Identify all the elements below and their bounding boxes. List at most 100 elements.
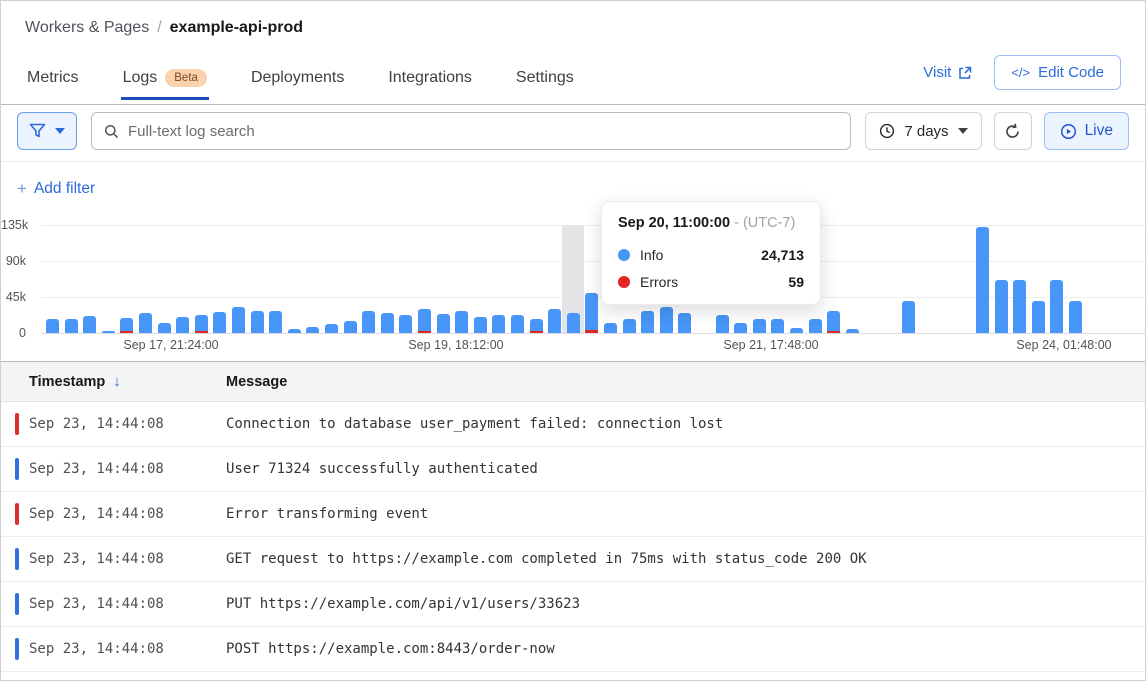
tooltip-info-value: 24,713 <box>761 247 804 263</box>
error-level-marker <box>15 413 19 435</box>
add-filter-button[interactable]: + Add filter <box>17 179 95 199</box>
search-icon <box>104 124 119 139</box>
tab-logs[interactable]: Logs Beta <box>121 63 209 100</box>
column-header-timestamp[interactable]: Timestamp ↓ <box>1 373 226 390</box>
chart-bar[interactable] <box>492 315 505 333</box>
log-row[interactable]: Sep 23, 14:44:08GET request to https://e… <box>1 537 1145 582</box>
filter-menu-button[interactable] <box>17 112 77 150</box>
chart-bar[interactable] <box>846 329 859 333</box>
x-axis-tick: Sep 24, 01:48:00 <box>1016 338 1111 352</box>
chart-bar[interactable] <box>809 319 822 333</box>
chart-bar[interactable] <box>474 317 487 333</box>
chart-bar[interactable] <box>65 319 78 333</box>
chart-bar[interactable] <box>120 318 133 333</box>
external-link-icon <box>958 66 972 80</box>
tooltip-time: Sep 20, 11:00:00 <box>618 215 730 231</box>
search-input[interactable] <box>128 123 838 140</box>
chart-bar[interactable] <box>976 227 989 333</box>
chart-bar[interactable] <box>995 280 1008 333</box>
chart-bar[interactable] <box>567 313 580 333</box>
chart-bar[interactable] <box>1050 280 1063 333</box>
tooltip-timezone: (UTC-7) <box>743 215 795 231</box>
chart-bar[interactable] <box>158 323 171 333</box>
chart-bar[interactable] <box>511 315 524 333</box>
chart-bar[interactable] <box>1032 301 1045 333</box>
chart-bar[interactable] <box>548 309 561 333</box>
chart-bar[interactable] <box>530 319 543 333</box>
log-row[interactable]: Sep 23, 14:44:08Error transforming event <box>1 492 1145 537</box>
chart-bar[interactable] <box>102 331 115 333</box>
chart-bar[interactable] <box>399 315 412 333</box>
tooltip-row-info: Info 24,713 <box>618 247 804 263</box>
chart-bar[interactable] <box>139 313 152 333</box>
info-level-marker <box>15 458 19 480</box>
chart-bar[interactable] <box>344 321 357 333</box>
chart-bar[interactable] <box>790 328 803 333</box>
tab-metrics[interactable]: Metrics <box>25 63 81 100</box>
chart-bar[interactable] <box>734 323 747 333</box>
log-message: Connection to database user_payment fail… <box>226 416 723 432</box>
chart-bar[interactable] <box>362 311 375 333</box>
chart-bar[interactable] <box>381 313 394 333</box>
tab-deployments[interactable]: Deployments <box>249 63 346 100</box>
gridline <box>41 225 1145 226</box>
log-search[interactable] <box>91 112 851 150</box>
log-message: GET request to https://example.com compl… <box>226 551 867 567</box>
live-button[interactable]: Live <box>1044 112 1129 150</box>
chart-bar-error-segment <box>120 331 133 333</box>
chart-bar[interactable] <box>46 319 59 333</box>
chart-bar[interactable] <box>306 327 319 333</box>
log-message: Error transforming event <box>226 506 428 522</box>
chart-bar[interactable] <box>1069 301 1082 333</box>
log-row[interactable]: Sep 23, 14:44:08PUT https://example.com/… <box>1 582 1145 627</box>
y-axis-tick: 45k <box>1 290 34 304</box>
edit-code-button[interactable]: </> Edit Code <box>994 55 1121 90</box>
beta-badge: Beta <box>165 69 207 87</box>
chart-bar[interactable] <box>827 311 840 333</box>
visit-link[interactable]: Visit <box>923 64 972 81</box>
log-volume-chart[interactable]: 135k90k45k0Sep 17, 21:24:00Sep 19, 18:12… <box>1 213 1145 361</box>
live-label: Live <box>1085 122 1113 140</box>
chart-bar[interactable] <box>660 307 673 333</box>
chart-bar[interactable] <box>418 309 431 333</box>
chart-bar[interactable] <box>604 323 617 333</box>
time-range-dropdown[interactable]: 7 days <box>865 112 981 150</box>
chart-bar[interactable] <box>641 311 654 333</box>
refresh-button[interactable] <box>994 112 1032 150</box>
tab-integrations[interactable]: Integrations <box>386 63 474 100</box>
chart-bar[interactable] <box>771 319 784 333</box>
sort-desc-icon: ↓ <box>113 373 121 390</box>
chart-bar[interactable] <box>678 313 691 333</box>
breadcrumb-root[interactable]: Workers & Pages <box>25 19 149 37</box>
chart-bar[interactable] <box>623 319 636 333</box>
chart-bar[interactable] <box>176 317 189 333</box>
chart-bar[interactable] <box>195 315 208 333</box>
chart-bar[interactable] <box>1013 280 1026 333</box>
chart-bar[interactable] <box>232 307 245 333</box>
chart-bar[interactable] <box>269 311 282 333</box>
log-row[interactable]: Sep 23, 14:44:08POST https://example.com… <box>1 627 1145 672</box>
tooltip-errors-label: Errors <box>640 274 678 290</box>
column-header-message[interactable]: Message <box>226 374 287 390</box>
log-row[interactable]: Sep 23, 14:44:08Connection to database u… <box>1 402 1145 447</box>
chart-bar[interactable] <box>716 315 729 333</box>
y-axis-tick: 90k <box>1 254 34 268</box>
y-axis-tick: 0 <box>1 326 34 340</box>
chart-bar[interactable] <box>83 316 96 333</box>
breadcrumb-current: example-api-prod <box>170 19 303 37</box>
log-row[interactable]: Sep 23, 14:44:08User 71324 successfully … <box>1 447 1145 492</box>
chart-bar[interactable] <box>585 293 598 333</box>
chart-bar[interactable] <box>437 314 450 333</box>
refresh-icon <box>1004 123 1021 140</box>
chart-bar[interactable] <box>288 329 301 333</box>
chart-bar[interactable] <box>325 324 338 333</box>
gridline <box>41 333 1145 334</box>
chart-bar[interactable] <box>753 319 766 333</box>
chart-bar[interactable] <box>213 312 226 333</box>
tooltip-row-errors: Errors 59 <box>618 274 804 290</box>
chart-bar[interactable] <box>902 301 915 333</box>
chart-bar[interactable] <box>251 311 264 333</box>
chart-bar[interactable] <box>455 311 468 333</box>
tab-settings[interactable]: Settings <box>514 63 576 100</box>
info-level-marker <box>15 638 19 660</box>
